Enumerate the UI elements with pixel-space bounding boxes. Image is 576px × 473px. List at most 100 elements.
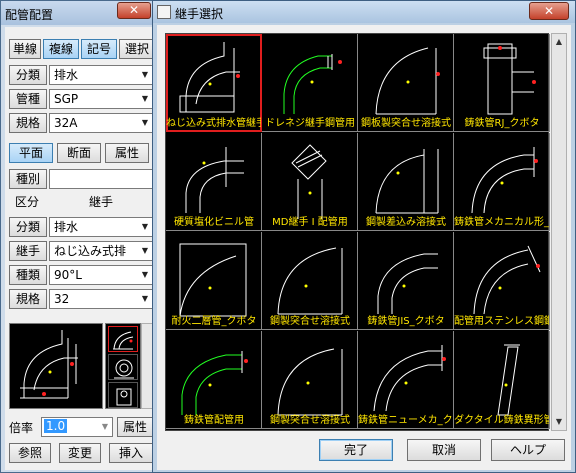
pipe-type-value: SGP — [54, 92, 79, 106]
fitting-item-label: 配管用ステンレス鋼鋼管 — [454, 316, 549, 327]
fitting-item-label: 鋳鉄管JIS_クボタ — [367, 316, 445, 327]
section-view-button[interactable]: 断面 — [57, 143, 101, 163]
fitting-item-label: ドレネジ継手鋼管用 — [265, 118, 355, 129]
fitting-item[interactable]: 鋼板製突合せ溶接式 — [358, 34, 454, 132]
mode-single-line-button[interactable]: 単線 — [9, 39, 41, 59]
dialog-close-button[interactable]: ✕ — [529, 2, 569, 20]
fitting-label[interactable]: 継手 — [9, 241, 47, 261]
pipe-type-label[interactable]: 管種 — [9, 89, 47, 109]
fitting-item-label: 鋼製突合せ溶接式 — [270, 415, 350, 426]
size-select[interactable]: 32A ▼ — [49, 113, 153, 133]
fitting-size-select[interactable]: 32 ▼ — [49, 289, 153, 309]
dialog-body: ねじ込み式排水管継手 ドレネジ継手鋼管用 鋼板製突合せ溶接式 鋳鉄管RJ_クボタ硬質塩… — [157, 25, 571, 470]
fitting-item[interactable]: MD継手 I 配管用 — [262, 133, 358, 231]
fitting-item[interactable]: 鋳鉄管ニューメカ_クボタ — [358, 331, 454, 429]
mode-double-line-button[interactable]: 複線 — [43, 39, 79, 59]
chevron-down-icon: ▼ — [101, 422, 109, 431]
fitting-category-label[interactable]: 分類 — [9, 217, 47, 237]
fitting-type-select[interactable]: 90°L ▼ — [49, 265, 153, 285]
tee-icon — [114, 359, 134, 379]
fitting-item[interactable]: 配管用ステンレス鋼鋼管 — [454, 232, 550, 330]
fitting-type-label[interactable]: 種類 — [9, 265, 47, 285]
category-select[interactable]: 排水 ▼ — [49, 65, 153, 85]
dialog-title: 継手選択 — [175, 7, 224, 21]
fitting-select-dialog: 継手選択 ✕ ねじ込み式排水管継手 ドレネジ継手鋼管用 鋼板製突合せ溶接式 鋳鉄管RJ… — [152, 0, 576, 473]
fitting-item[interactable]: 鋼製突合せ溶接式 — [262, 232, 358, 330]
cancel-button[interactable]: 取消 — [407, 439, 481, 461]
fitting-value: ねじ込み式排 — [54, 244, 127, 258]
fitting-item-label: 鋳鉄管メカニカル形_クボタ — [454, 217, 549, 228]
mode-symbol-button[interactable]: 記号 — [81, 39, 117, 59]
pipe-placement-window: 配管配置 ✕ 単線 複線 記号 選択 分類 排水 ▼ 管種 SGP ▼ 規格 32A… — [0, 0, 162, 473]
fitting-item-label: 硬質塩化ビニル管 — [174, 217, 254, 228]
fitting-type-value: 90°L — [54, 268, 82, 282]
fitting-select[interactable]: ねじ込み式排 ▼ — [49, 241, 153, 261]
scroll-down-icon[interactable]: ▼ — [552, 414, 566, 430]
fitting-item[interactable]: 鋼製差込み溶接式 — [358, 133, 454, 231]
fitting-item[interactable]: 硬質塩化ビニル管 — [166, 133, 262, 231]
chevron-down-icon: ▼ — [141, 94, 149, 103]
thumbnail-elbow[interactable] — [108, 326, 138, 352]
fitting-item[interactable]: 鋳鉄管RJ_クボタ — [454, 34, 550, 132]
fitting-item[interactable]: 鋳鉄管配管用 — [166, 331, 262, 429]
fitting-item[interactable]: 鋳鉄管JIS_クボタ — [358, 232, 454, 330]
fitting-item-label: MD継手 I 配管用 — [272, 217, 348, 228]
section-label: 区分 — [15, 195, 40, 209]
fitting-category-value: 排水 — [54, 220, 79, 234]
fitting-item[interactable]: ドレネジ継手鋼管用 — [262, 34, 358, 132]
chevron-down-icon: ▼ — [141, 246, 149, 255]
fitting-grid: ねじ込み式排水管継手 ドレネジ継手鋼管用 鋼板製突合せ溶接式 鋳鉄管RJ_クボタ硬質塩… — [165, 33, 550, 431]
help-button[interactable]: ヘルプ — [491, 439, 565, 461]
thumbnail-tee[interactable] — [108, 354, 138, 380]
change-button[interactable]: 変更 — [59, 443, 101, 463]
fitting-size-label[interactable]: 規格 — [9, 289, 47, 309]
chevron-down-icon: ▼ — [141, 70, 149, 79]
attribute-view-button[interactable]: 属性 — [105, 143, 149, 163]
fitting-item[interactable]: 鋳鉄管メカニカル形_クボタ — [454, 133, 550, 231]
ok-button[interactable]: 完了 — [319, 439, 393, 461]
size-value: 32A — [54, 116, 78, 130]
fitting-category-select[interactable]: 排水 ▼ — [49, 217, 153, 237]
fitting-item[interactable]: ダクタイル鋳鉄異形管 — [454, 331, 550, 429]
reference-button[interactable]: 参照 — [9, 443, 51, 463]
attribute-button[interactable]: 属性 — [117, 417, 153, 437]
left-close-button[interactable]: ✕ — [117, 2, 151, 19]
fitting-item[interactable]: 耐火二層管_クボタ — [166, 232, 262, 330]
fitting-item-label: 鋳鉄管RJ_クボタ — [464, 118, 540, 129]
elbow-icon — [113, 331, 134, 350]
fitting-item-label: 鋼製突合せ溶接式 — [270, 316, 350, 327]
mode-select-button[interactable]: 選択 — [119, 39, 155, 59]
fitting-item[interactable]: 鋼製突合せ溶接式 — [262, 331, 358, 429]
insert-button[interactable]: 挿入 — [109, 443, 153, 463]
cap-icon — [116, 388, 132, 406]
elbow-preview-icon — [20, 330, 78, 399]
chevron-down-icon: ▼ — [141, 294, 149, 303]
pipe-type-select[interactable]: SGP ▼ — [49, 89, 153, 109]
fitting-size-value: 32 — [54, 292, 70, 306]
fitting-item-label: 耐火二層管_クボタ — [171, 316, 257, 327]
fitting-item-label: 鋳鉄管ニューメカ_クボタ — [358, 415, 453, 426]
dialog-title-bar: 継手選択 ✕ — [153, 1, 575, 23]
fitting-item[interactable]: ねじ込み式排水管継手 — [166, 34, 262, 132]
chevron-down-icon: ▼ — [141, 118, 149, 127]
grid-scrollbar[interactable]: ▲ ▼ — [551, 33, 567, 431]
fitting-item-label: 鋼製差込み溶接式 — [366, 217, 446, 228]
fitting-thumbnail-list[interactable] — [105, 323, 141, 409]
scale-label: 倍率 — [9, 421, 34, 435]
kind-field[interactable] — [49, 169, 153, 189]
chevron-down-icon: ▼ — [141, 270, 149, 279]
fitting-item-label: ダクタイル鋳鉄異形管 — [454, 415, 550, 426]
category-label[interactable]: 分類 — [9, 65, 47, 85]
chevron-down-icon: ▼ — [141, 222, 149, 231]
fitting-item-label: 鋳鉄管配管用 — [184, 415, 244, 426]
scale-input[interactable]: 1.0 ▼ — [41, 417, 113, 437]
left-title-bar: 配管配置 ✕ — [1, 1, 161, 25]
plan-view-button[interactable]: 平面 — [9, 143, 53, 163]
left-window-title: 配管配置 — [5, 8, 54, 22]
fitting-item-label: 鋼板製突合せ溶接式 — [361, 118, 451, 129]
category-value: 排水 — [54, 68, 79, 82]
kind-label[interactable]: 種別 — [9, 169, 47, 189]
scroll-up-icon[interactable]: ▲ — [552, 34, 566, 50]
thumbnail-cap[interactable] — [108, 382, 138, 408]
size-label[interactable]: 規格 — [9, 113, 47, 133]
